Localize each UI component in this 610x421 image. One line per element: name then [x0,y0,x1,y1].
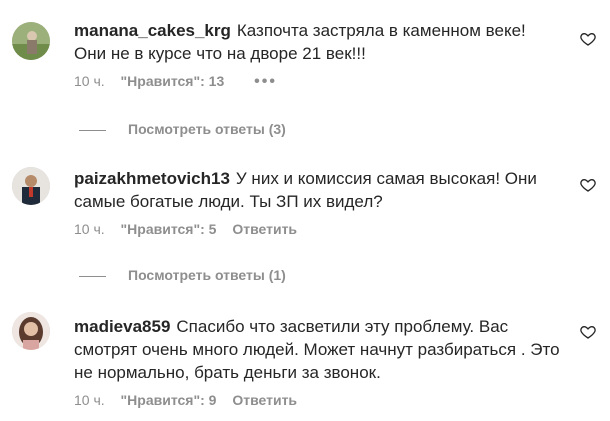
like-heart-icon[interactable] [580,177,596,193]
view-replies-button[interactable]: Посмотреть ответы (3) [79,121,286,137]
likes-count[interactable]: "Нравится": 9 [121,392,217,408]
comment-text-block: manana_cakes_krg Казпочта застряла в каме… [74,19,560,65]
comment-username[interactable]: madieva859 [74,317,170,336]
comment-body: manana_cakes_krg Казпочта застряла в каме… [74,19,560,65]
more-options-icon[interactable]: ••• [254,73,277,91]
avatar[interactable] [12,167,50,205]
likes-count[interactable]: "Нравится": 5 [121,221,217,237]
comment-body: madieva859 Спасибо что засветили эту проб… [74,315,560,384]
replies-divider [79,275,106,277]
replies-divider [79,129,106,131]
avatar[interactable] [12,312,50,350]
comment-text-block: madieva859 Спасибо что засветили эту проб… [74,315,560,384]
avatar[interactable] [12,22,50,60]
reply-button[interactable]: Ответить [232,392,297,408]
like-heart-icon[interactable] [580,324,596,340]
view-replies-button[interactable]: Посмотреть ответы (1) [79,267,286,283]
comment-time: 10 ч. [74,73,105,89]
comment-meta: 10 ч. "Нравится": 5 Ответить [74,221,309,237]
comment-username[interactable]: paizakhmetovich13 [74,169,230,188]
comment-meta: 10 ч. "Нравится": 9 Ответить [74,392,309,408]
reply-button[interactable]: Ответить [232,221,297,237]
comment-time: 10 ч. [74,392,105,408]
like-heart-icon[interactable] [580,31,596,47]
likes-count[interactable]: "Нравится": 13 [121,73,225,89]
comment-meta: 10 ч. "Нравится": 13 ••• [74,73,289,91]
comment-body: paizakhmetovich13 У них и комиссия самая … [74,167,560,213]
comment-time: 10 ч. [74,221,105,237]
comment-text-block: paizakhmetovich13 У них и комиссия самая … [74,167,560,213]
comment-username[interactable]: manana_cakes_krg [74,21,231,40]
view-replies-label: Посмотреть ответы (3) [128,121,286,137]
view-replies-label: Посмотреть ответы (1) [128,267,286,283]
